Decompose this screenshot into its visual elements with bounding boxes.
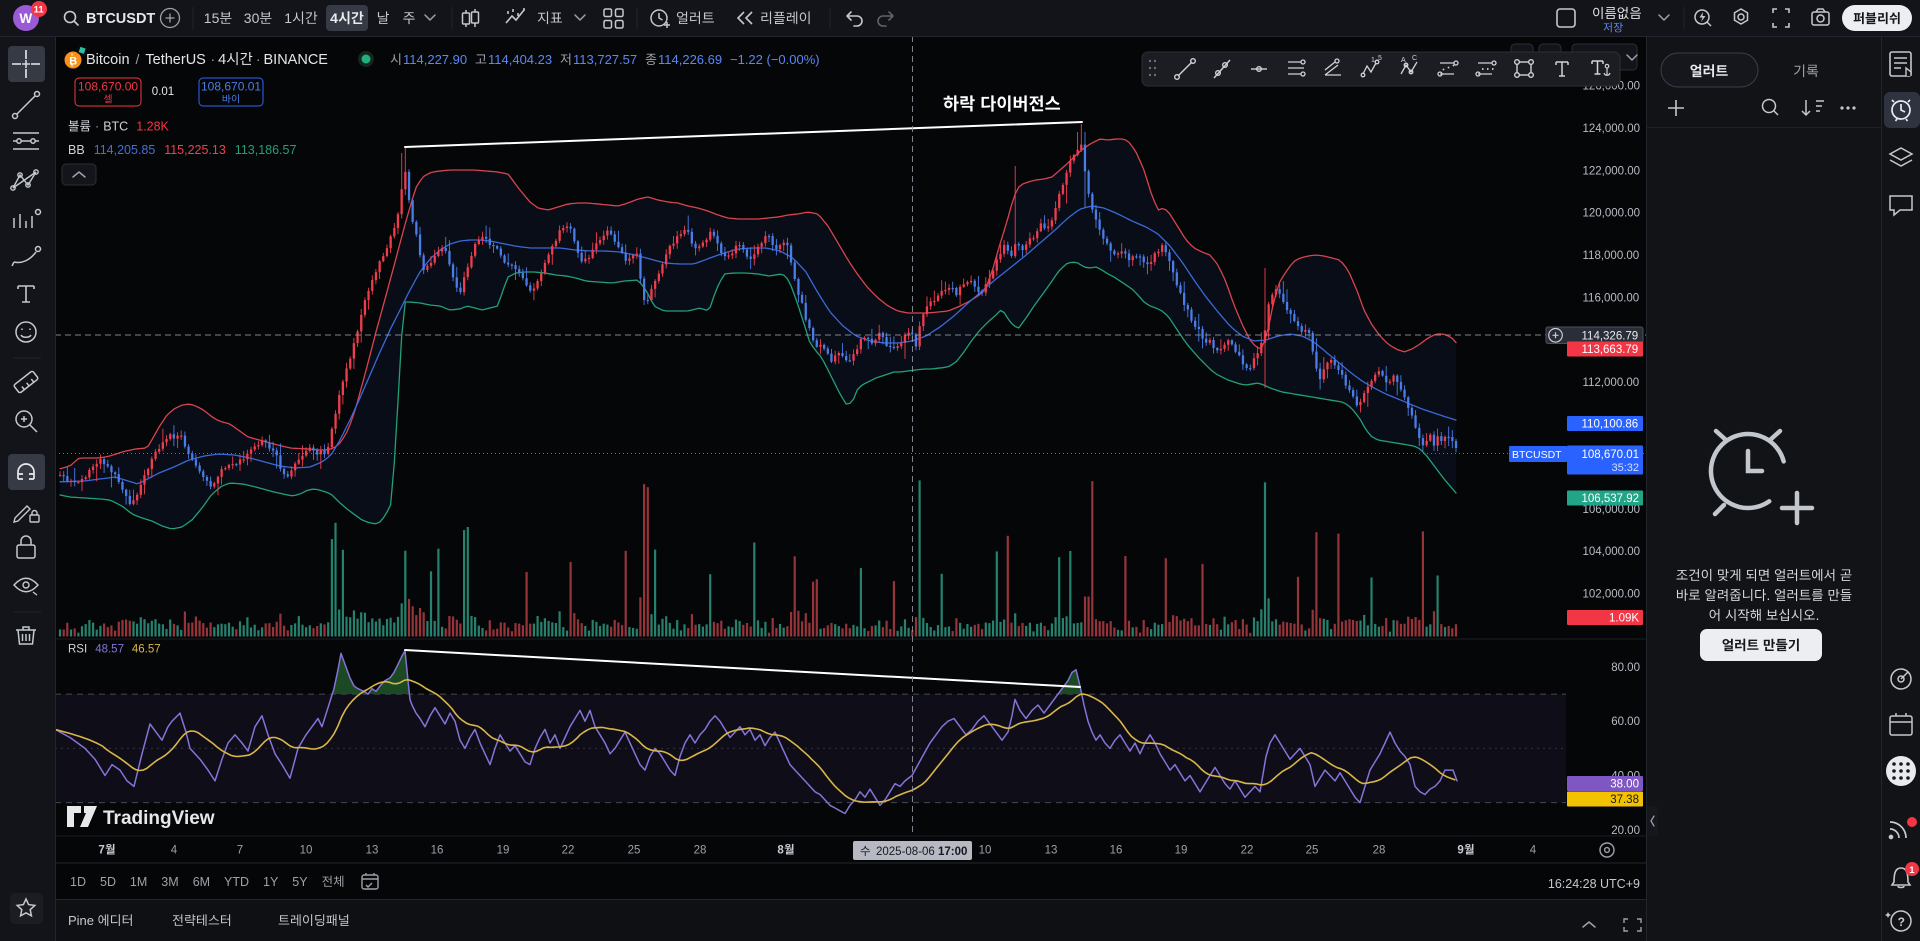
- svg-text:1.09K: 1.09K: [1609, 613, 1639, 625]
- svg-text:3M: 3M: [161, 875, 178, 889]
- svg-text:4: 4: [171, 845, 178, 857]
- svg-text:37.38: 37.38: [1610, 794, 1639, 806]
- svg-text:C: C: [1412, 55, 1417, 62]
- svg-text:1: 1: [1371, 57, 1375, 64]
- svg-text:16:24:28 UTC+9: 16:24:28 UTC+9: [1548, 877, 1640, 891]
- svg-text:W: W: [19, 11, 32, 26]
- svg-text:.: .: [1767, 588, 1771, 603]
- svg-text:116,000.00: 116,000.00: [1583, 292, 1640, 304]
- svg-text:102,000.00: 102,000.00: [1583, 589, 1641, 601]
- svg-text:?: ?: [1898, 915, 1905, 929]
- svg-text:BTCUSDT: BTCUSDT: [86, 11, 155, 27]
- svg-text:13: 13: [366, 845, 379, 857]
- svg-text:46.57: 46.57: [132, 644, 161, 656]
- svg-text:35:32: 35:32: [1612, 462, 1640, 474]
- svg-text:113,186.57: 113,186.57: [235, 143, 297, 157]
- svg-text:20.00: 20.00: [1611, 825, 1640, 837]
- svg-text:·: ·: [95, 120, 99, 134]
- svg-text:5D: 5D: [100, 875, 116, 889]
- svg-text:112,000.00: 112,000.00: [1583, 377, 1640, 389]
- svg-text:7: 7: [237, 845, 243, 857]
- svg-text:114,404.23: 114,404.23: [488, 52, 552, 67]
- svg-text:Pine: Pine: [68, 913, 94, 928]
- svg-text:BTC: BTC: [103, 120, 128, 134]
- svg-text:106,537.92: 106,537.92: [1582, 493, 1640, 505]
- svg-text:11: 11: [34, 5, 45, 16]
- svg-text:22: 22: [562, 845, 575, 857]
- svg-text:10: 10: [300, 845, 313, 857]
- svg-text:110,100.86: 110,100.86: [1582, 419, 1639, 431]
- svg-text:25: 25: [1306, 845, 1319, 857]
- svg-text:/: /: [136, 51, 140, 67]
- svg-text:0.01: 0.01: [152, 86, 174, 98]
- svg-text:7: 7: [98, 845, 104, 857]
- svg-text:120,000.00: 120,000.00: [1583, 208, 1641, 220]
- svg-text:124,000.00: 124,000.00: [1583, 123, 1641, 135]
- svg-text:114,326.79: 114,326.79: [1582, 331, 1639, 343]
- svg-text:122,000.00: 122,000.00: [1583, 165, 1641, 177]
- svg-text:115,225.13: 115,225.13: [164, 143, 226, 157]
- svg-text:1D: 1D: [70, 875, 86, 889]
- svg-text:1: 1: [284, 10, 292, 26]
- svg-text:108,670.01: 108,670.01: [1582, 449, 1640, 461]
- svg-text:4: 4: [218, 52, 226, 68]
- svg-text:108,670.01: 108,670.01: [201, 80, 261, 94]
- svg-text:RSI: RSI: [68, 644, 87, 656]
- svg-text:108,670.00: 108,670.00: [78, 80, 138, 94]
- svg-text:6M: 6M: [193, 875, 210, 889]
- svg-text:16: 16: [431, 845, 444, 857]
- svg-text:10: 10: [979, 845, 992, 857]
- svg-text:114,227.90: 114,227.90: [403, 52, 467, 67]
- svg-text:4: 4: [1530, 845, 1537, 857]
- svg-text:A: A: [1401, 57, 1406, 64]
- svg-text:16: 16: [1110, 845, 1123, 857]
- svg-text:5: 5: [1378, 55, 1382, 62]
- svg-text:80.00: 80.00: [1611, 662, 1640, 674]
- svg-text:13: 13: [1045, 845, 1058, 857]
- svg-text:4: 4: [330, 10, 338, 26]
- svg-text:TradingView: TradingView: [103, 808, 215, 829]
- svg-text:BTCUSDT: BTCUSDT: [1512, 449, 1562, 461]
- svg-text:25: 25: [628, 845, 641, 857]
- svg-text:19: 19: [1175, 845, 1188, 857]
- svg-text:·: ·: [256, 51, 261, 67]
- svg-text:38.00: 38.00: [1610, 779, 1639, 791]
- svg-text:106,000.00: 106,000.00: [1583, 504, 1641, 516]
- svg-text:48.57: 48.57: [95, 644, 124, 656]
- svg-text:−1.22 (−0.00%): −1.22 (−0.00%): [730, 52, 820, 67]
- svg-text:B: B: [69, 56, 77, 68]
- svg-text:BB: BB: [68, 143, 85, 157]
- svg-text:19: 19: [497, 845, 510, 857]
- svg-text:1: 1: [1909, 865, 1915, 876]
- svg-text:Bitcoin: Bitcoin: [86, 52, 130, 68]
- svg-text:60.00: 60.00: [1611, 716, 1640, 728]
- svg-text:28: 28: [1373, 845, 1386, 857]
- svg-text:.: .: [1816, 608, 1820, 623]
- svg-text:113,727.57: 113,727.57: [573, 52, 637, 67]
- svg-text:2025-08-06: 2025-08-06: [876, 846, 935, 858]
- svg-text:1.28K: 1.28K: [136, 120, 169, 134]
- svg-text:28: 28: [694, 845, 707, 857]
- svg-text:30: 30: [244, 10, 260, 26]
- svg-text:BINANCE: BINANCE: [264, 52, 329, 68]
- svg-text:TetherUS: TetherUS: [145, 52, 205, 68]
- svg-text:113,663.79: 113,663.79: [1582, 344, 1639, 356]
- svg-text:·: ·: [211, 51, 216, 67]
- svg-text:1M: 1M: [130, 875, 147, 889]
- svg-text:17:00: 17:00: [938, 846, 967, 858]
- svg-text:15: 15: [204, 10, 220, 26]
- svg-text:114,226.69: 114,226.69: [658, 52, 722, 67]
- svg-text:22: 22: [1241, 845, 1254, 857]
- svg-text:1Y: 1Y: [263, 875, 279, 889]
- svg-text:104,000.00: 104,000.00: [1583, 546, 1641, 558]
- svg-text:5Y: 5Y: [292, 875, 308, 889]
- svg-text:9: 9: [1457, 845, 1463, 857]
- svg-text:YTD: YTD: [224, 875, 249, 889]
- svg-text:8: 8: [777, 845, 784, 857]
- svg-text:114,205.85: 114,205.85: [94, 143, 156, 157]
- svg-text:118,000.00: 118,000.00: [1583, 250, 1640, 262]
